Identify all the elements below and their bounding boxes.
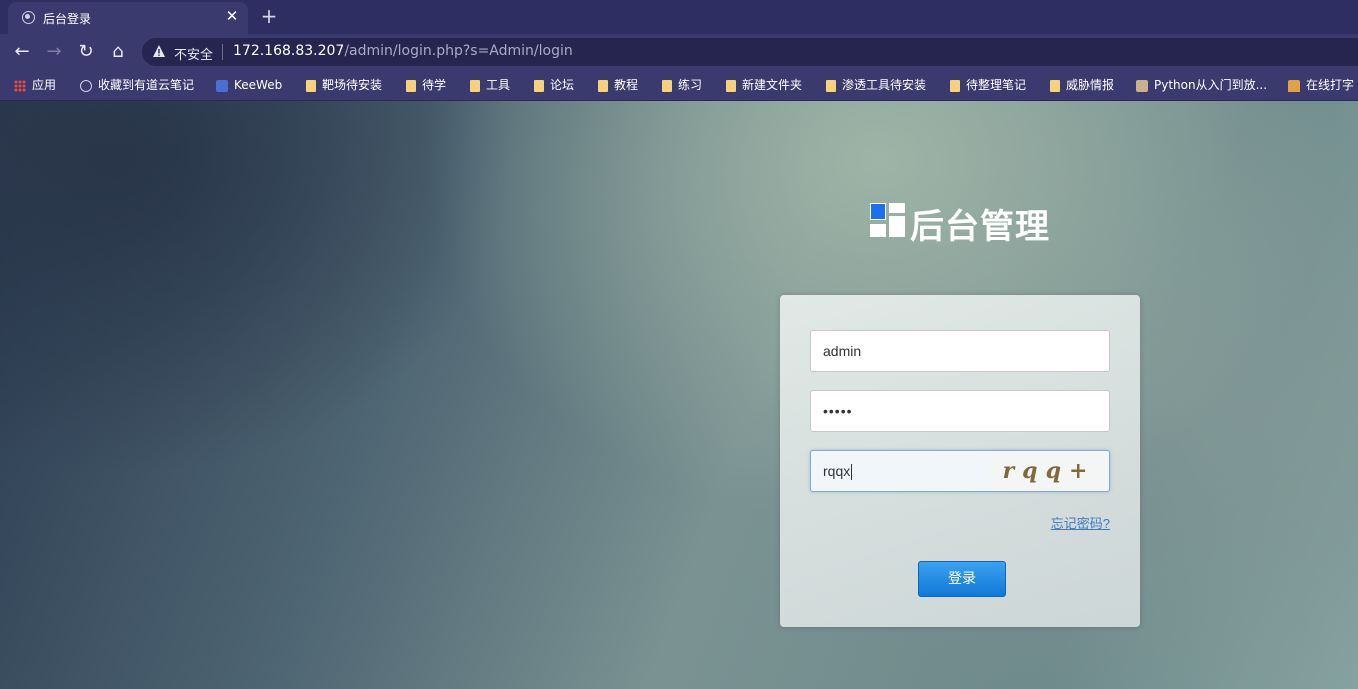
folder-icon — [726, 79, 736, 92]
close-icon[interactable]: ✕ — [224, 8, 240, 24]
house-icon — [1288, 79, 1300, 92]
bookmark-label: 应用 — [32, 78, 57, 92]
apps-icon — [14, 79, 26, 92]
login-page: 后台管理 admin ••••• rqqx rqq+ 忘记密码? 登录 — [0, 101, 1358, 689]
bookmark-label: 教程 — [614, 78, 639, 92]
bookmark-label: 练习 — [678, 78, 703, 92]
bookmark-label: 新建文件夹 — [742, 78, 803, 92]
folder-icon — [662, 79, 672, 92]
bookmark-label: 待学 — [422, 78, 447, 92]
bookmark-folder[interactable]: 练习 — [662, 76, 702, 94]
bookmark-python[interactable]: Python从入门到放... — [1136, 76, 1267, 94]
captcha-image[interactable]: rqq+ — [990, 452, 1108, 490]
security-label[interactable]: 不安全 — [174, 44, 213, 63]
home-button[interactable]: ⌂ — [106, 40, 130, 64]
bookmark-folder[interactable]: 教程 — [598, 76, 638, 94]
bookmark-label: 在线打字 — [1306, 78, 1355, 92]
browser-toolbar: ← → ↻ ⌂ 不安全 172.168.83.207/admin/login.p… — [0, 34, 1358, 70]
divider — [222, 44, 223, 60]
tab-strip: 后台登录 ✕ + — [0, 0, 1358, 34]
captcha-input[interactable]: rqqx — [823, 463, 850, 479]
folder-icon — [534, 79, 544, 92]
bookmark-folder[interactable]: 威胁情报 — [1050, 76, 1114, 94]
folder-icon — [1050, 79, 1060, 92]
folder-icon — [826, 79, 836, 92]
bookmark-folder[interactable]: 待学 — [406, 76, 446, 94]
bookmark-folder[interactable]: 渗透工具待安装 — [826, 76, 926, 94]
globe-icon — [22, 11, 35, 24]
address-bar[interactable]: 不安全 172.168.83.207/admin/login.php?s=Adm… — [142, 38, 1358, 66]
bookmark-label: 威胁情报 — [1066, 78, 1115, 92]
bookmark-folder[interactable]: 工具 — [470, 76, 510, 94]
bookmark-folder[interactable]: 待整理笔记 — [950, 76, 1026, 94]
bookmark-folder[interactable]: 新建文件夹 — [726, 76, 802, 94]
bookmark-label: 收藏到有道云笔记 — [98, 78, 195, 92]
bookmark-folder[interactable]: 论坛 — [534, 76, 574, 94]
bookmark-apps[interactable]: 应用 — [14, 76, 56, 94]
bookmark-folder[interactable]: 靶场待安装 — [306, 76, 382, 94]
bookmarks-bar: 应用 收藏到有道云笔记 KeeWeb 靶场待安装 待学 工具 论坛 教程 练习 … — [0, 70, 1358, 101]
bookmark-label: KeeWeb — [234, 78, 283, 92]
bookmark-label: 论坛 — [550, 78, 575, 92]
url-path: /admin/login.php?s=Admin/login — [344, 43, 573, 59]
folder-icon — [470, 79, 480, 92]
logo-title: 后台管理 — [910, 207, 1050, 247]
new-tab-button[interactable]: + — [258, 5, 280, 27]
tab-active[interactable]: 后台登录 ✕ — [8, 2, 248, 34]
password-input[interactable]: ••••• — [810, 390, 1110, 432]
tab-title: 后台登录 — [43, 12, 92, 26]
reload-button[interactable]: ↻ — [74, 40, 98, 64]
bookmark-label: 工具 — [486, 78, 511, 92]
keeweb-icon — [216, 79, 228, 92]
bookmark-label: 渗透工具待安装 — [842, 78, 927, 92]
login-button[interactable]: 登录 — [918, 561, 1006, 597]
back-button[interactable]: ← — [10, 40, 34, 64]
login-panel: admin ••••• rqqx rqq+ 忘记密码? 登录 — [780, 295, 1140, 627]
username-input[interactable]: admin — [810, 330, 1110, 372]
folder-icon — [950, 79, 960, 92]
bookmark-typing[interactable]: 在线打字 — [1288, 76, 1354, 94]
logo-mark-icon — [870, 203, 906, 237]
url-text[interactable]: 172.168.83.207/admin/login.php?s=Admin/l… — [233, 43, 573, 59]
captcha-field[interactable]: rqqx rqq+ — [810, 450, 1110, 492]
forgot-password-link[interactable]: 忘记密码? — [1051, 513, 1110, 532]
warning-icon — [153, 45, 165, 57]
folder-icon — [306, 79, 316, 92]
bookmark-label: 待整理笔记 — [966, 78, 1027, 92]
globe-icon — [80, 79, 92, 92]
bookmark-keeweb[interactable]: KeeWeb — [216, 76, 282, 94]
folder-icon — [598, 79, 608, 92]
bookmark-youdao[interactable]: 收藏到有道云笔记 — [80, 76, 194, 94]
forward-button[interactable]: → — [42, 40, 66, 64]
bookmark-label: 靶场待安装 — [322, 78, 383, 92]
bookmark-label: Python从入门到放... — [1154, 78, 1268, 92]
python-icon — [1136, 79, 1148, 92]
text-cursor — [851, 464, 853, 481]
folder-icon — [406, 79, 416, 92]
url-host: 172.168.83.207 — [233, 43, 345, 59]
